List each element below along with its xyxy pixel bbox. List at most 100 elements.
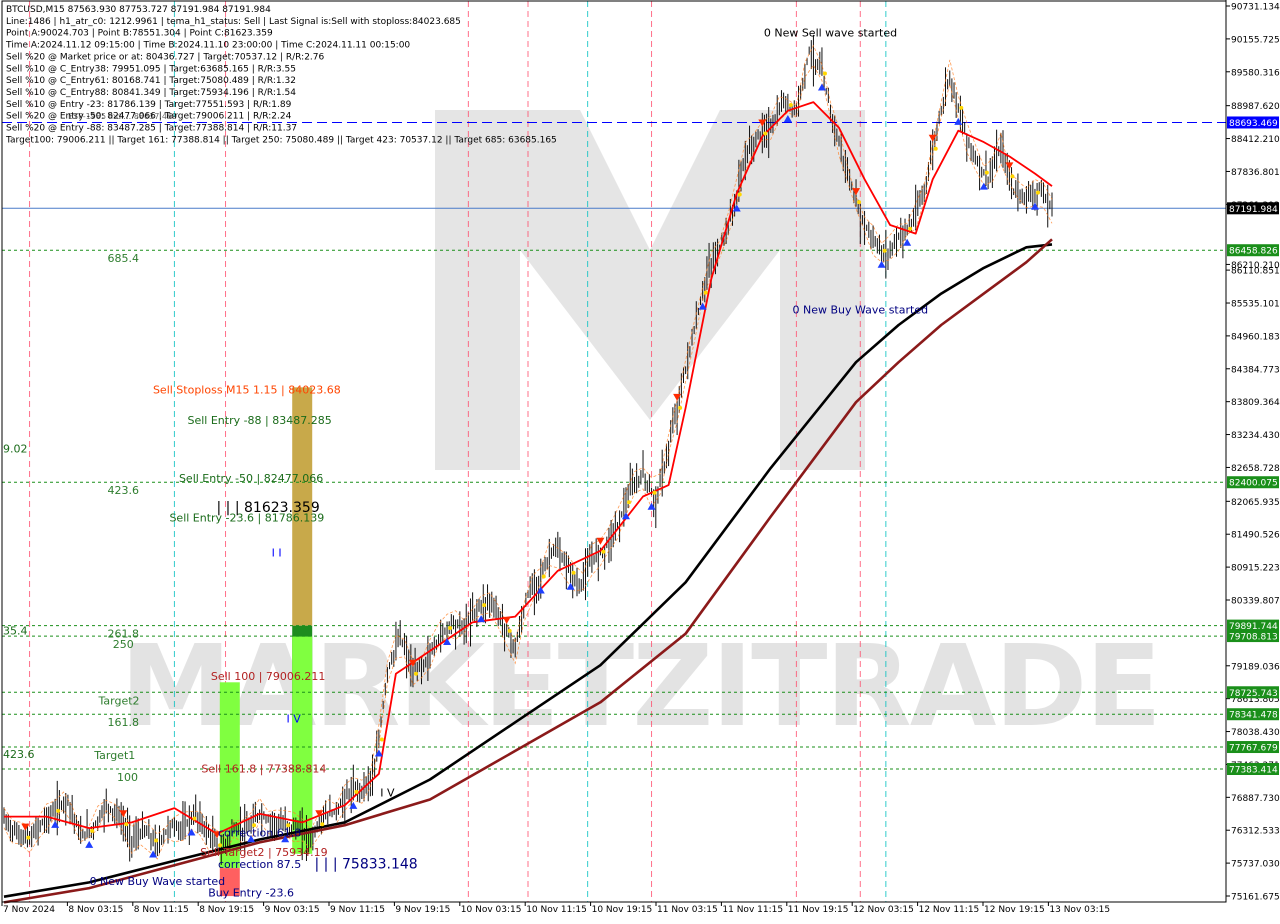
- price-tick-label: 75737.030: [1231, 860, 1280, 870]
- info-line: Sell %10 @ C_Entry38: 79951.095 | Target…: [6, 64, 296, 74]
- level-text: 423.6: [108, 484, 140, 497]
- sell-label: Sell Target2 | 75934.19: [200, 846, 328, 859]
- info-line: Target100: 79006.211 || Target 161: 7738…: [5, 135, 557, 145]
- signal-dot: [626, 500, 631, 505]
- price-tick-label: 76312.533: [1231, 827, 1280, 837]
- signal-dot: [507, 628, 512, 633]
- annotation: 9.02: [3, 443, 28, 456]
- time-tick-label: 8 Nov 11:15: [134, 905, 189, 915]
- chart-canvas[interactable]: MARKETZITRADE BTCUSD,M15 87563.930 87753.…: [0, 0, 1280, 920]
- info-line: Line:1486 | h1_atr_c0: 1212.9961 | tema_…: [6, 17, 461, 27]
- level-tag-label: 78341.478: [1229, 711, 1278, 721]
- price-tick-label: 80339.807: [1231, 597, 1280, 607]
- signal-dot: [959, 105, 964, 110]
- price-tick-label: 76887.730: [1231, 794, 1280, 804]
- annotation: 423.6: [3, 748, 35, 761]
- signal-dot: [678, 405, 683, 410]
- info-line: Sell %20 @ Entry -88: 83487.285 | Target…: [6, 124, 297, 134]
- sell-label: Sell 161.8 | 77388.814: [201, 763, 326, 776]
- time-tick-label: 9 Nov 03:15: [265, 905, 320, 915]
- level-tag-label: 88693.469: [1229, 119, 1278, 129]
- info-line: Time A:2024.11.12 09:15:00 | Time B:2024…: [5, 41, 410, 51]
- info-line: Sell %10 @ C_Entry88: 80841.349 | Target…: [6, 88, 296, 98]
- price-tick-label: 84384.773: [1231, 365, 1280, 375]
- annotation: | | | 81623.359: [217, 500, 320, 516]
- price-tick-label: 90731.134: [1231, 3, 1280, 13]
- level-tag-label: 86458.826: [1229, 247, 1278, 257]
- time-tick-label: 12 Nov 03:15: [853, 905, 914, 915]
- info-line: Sell %10 @ C_Entry61: 80168.741 | Target…: [6, 76, 296, 86]
- signal-dot: [703, 290, 708, 295]
- price-tick-label: 83234.430: [1231, 431, 1280, 441]
- level-tag-label: 79708.813: [1229, 633, 1278, 643]
- time-tick-label: 8 Nov 19:15: [199, 905, 254, 915]
- price-tick-label: 88987.620: [1231, 102, 1280, 112]
- annotation: 0 New Buy Wave started: [793, 304, 929, 317]
- annotation: 0 New Sell wave started: [764, 26, 897, 39]
- price-tick-label: 80915.223: [1231, 564, 1280, 574]
- annotation: I I: [272, 547, 282, 560]
- signal-dot: [56, 808, 61, 813]
- level-tag-label: 77383.414: [1229, 765, 1278, 775]
- annotation: correction 61.8: [218, 827, 301, 840]
- sell-label: Sell Entry -88 | 83487.285: [187, 414, 331, 427]
- signal-dot: [413, 671, 418, 676]
- level-tag-label: 77767.679: [1229, 744, 1278, 754]
- annotation: I V: [287, 712, 302, 725]
- signal-dot: [908, 226, 913, 231]
- info-line: Sell %10 @ Entry -23: 81786.139 | Target…: [6, 100, 292, 110]
- signal-dot: [882, 248, 887, 253]
- price-tick-label: 82658.728: [1231, 464, 1280, 474]
- annotation: Buy Entry -23.6: [208, 887, 294, 900]
- price-tick-label: 88412.210: [1231, 135, 1280, 145]
- level-tag-label: 78725.743: [1229, 689, 1278, 699]
- info-line: BTCUSD,M15 87563.930 87753.727 87191.984…: [6, 5, 271, 15]
- signal-dot: [192, 816, 197, 821]
- signal-dot: [857, 200, 862, 205]
- price-tick-label: 75161.675: [1231, 893, 1280, 903]
- watermark-text: MARKETZITRADE: [120, 622, 1160, 752]
- signal-dot: [822, 71, 827, 76]
- price-tick-label: 81490.526: [1231, 531, 1280, 541]
- price-tick-label: 82065.935: [1231, 498, 1280, 508]
- time-tick-label: 12 Nov 19:15: [984, 905, 1045, 915]
- signal-dot: [571, 570, 576, 575]
- time-tick-label: 10 Nov 11:15: [526, 905, 587, 915]
- sell-label: Sell Stoploss M15 1.15 | 84023.68: [153, 383, 341, 396]
- time-tick-label: 10 Nov 19:15: [592, 905, 653, 915]
- annotation: 35.4: [3, 624, 28, 637]
- price-tick-label: 86110.851: [1231, 267, 1280, 277]
- annotation: | | | 75833.148: [315, 857, 418, 873]
- signal-dot: [933, 146, 938, 151]
- signal-dot: [788, 102, 793, 107]
- signal-dot: [482, 603, 487, 608]
- level-text: 161.8: [108, 716, 140, 729]
- level-text: 685.4: [108, 252, 140, 265]
- signal-dot: [90, 828, 95, 833]
- price-tick-label: 83809.364: [1231, 398, 1280, 408]
- price-tick-label: 87836.801: [1231, 168, 1280, 178]
- signal-dot: [154, 838, 159, 843]
- signal-dot: [320, 822, 325, 827]
- time-tick-label: 7 Nov 2024: [3, 905, 55, 915]
- info-line: Point A:90024.703 | Point B:78551.304 | …: [6, 29, 273, 39]
- signal-dot: [763, 131, 768, 136]
- level-text: Target1: [93, 749, 135, 762]
- time-tick-label: 13 Nov 03:15: [1049, 905, 1110, 915]
- signal-dot: [541, 574, 546, 579]
- sell-label: Sell 100 | 79006.211: [211, 670, 326, 683]
- time-tick-label: 9 Nov 19:15: [395, 905, 450, 915]
- annotation: correction 87.5: [218, 858, 301, 871]
- level-tag-label: 82400.075: [1229, 479, 1278, 489]
- time-tick-label: 10 Nov 03:15: [461, 905, 522, 915]
- time-tick-label: 11 Nov 19:15: [788, 905, 849, 915]
- signal-dot: [379, 737, 384, 742]
- time-tick-label: 11 Nov 03:15: [657, 905, 718, 915]
- sell-label: Sell Entry -50 | 82477.066: [179, 472, 323, 485]
- overlay-fragment: ESP-1985 Indi… 88637.469: [68, 112, 177, 121]
- level-text: 100: [117, 771, 138, 784]
- trading-chart[interactable]: MARKETZITRADE BTCUSD,M15 87563.930 87753.…: [0, 0, 1280, 920]
- signal-dot: [26, 835, 31, 840]
- level-tag-label: 87191.984: [1229, 205, 1278, 215]
- price-tick-label: 89580.316: [1231, 68, 1280, 78]
